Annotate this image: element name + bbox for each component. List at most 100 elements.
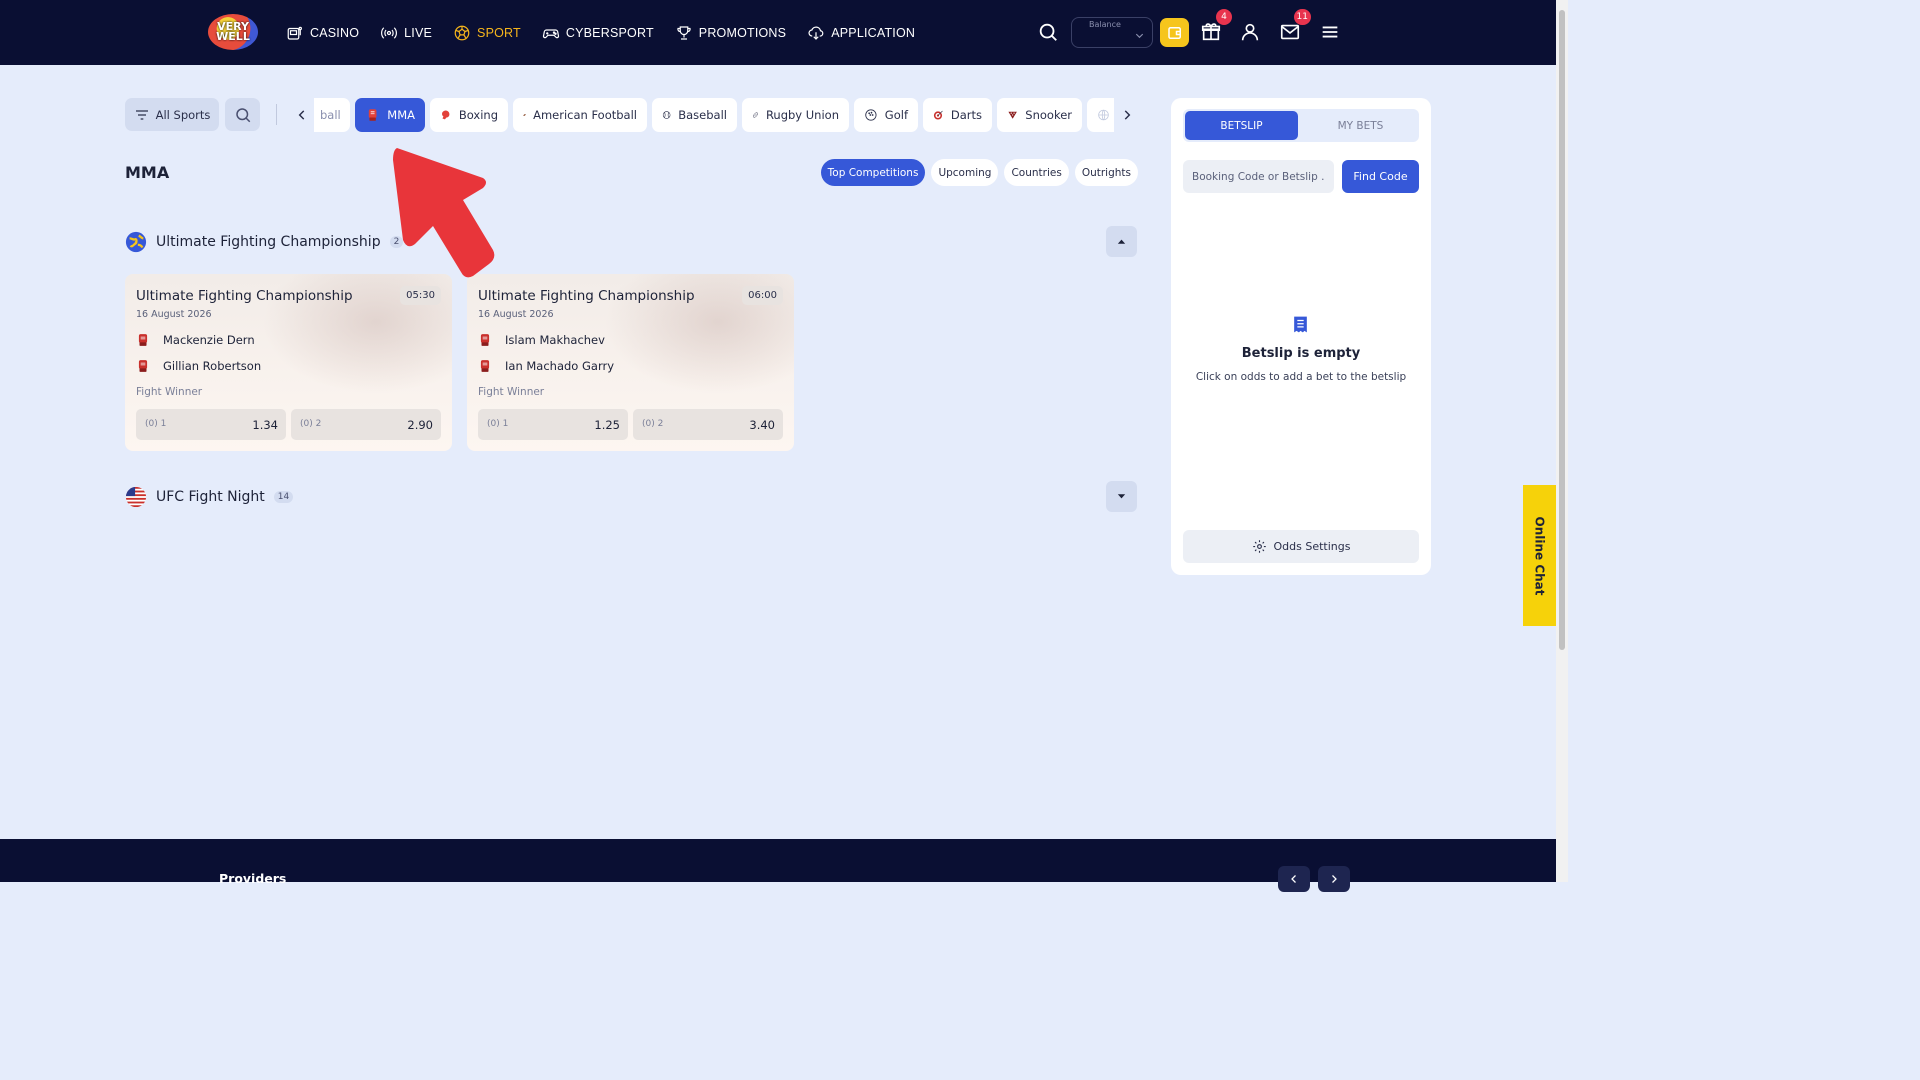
match-time: 05:30 — [400, 286, 441, 305]
header-search-button[interactable] — [1035, 19, 1061, 45]
gift-icon — [1201, 23, 1221, 41]
top-navigation-bar: VERY WELL CASINO LIVE SPORT CYBERSPORT P… — [0, 0, 1556, 65]
caret-down-icon — [1117, 494, 1126, 499]
mail-count-badge: 11 — [1293, 9, 1311, 25]
sport-chip-american-football[interactable]: American Football — [513, 98, 647, 132]
betslip-tabs: BETSLIP MY BETS — [1183, 109, 1419, 142]
nav-live[interactable]: LIVE — [380, 24, 432, 42]
page-scrollbar[interactable] — [1556, 0, 1568, 882]
mma-glove-icon — [368, 109, 377, 121]
mma-glove-icon — [138, 360, 148, 372]
betslip-panel: BETSLIP MY BETS Find Code Betslip is emp… — [1171, 98, 1431, 575]
nav-casino[interactable]: CASINO — [286, 24, 359, 42]
sport-chip-golf[interactable]: Golf — [854, 98, 918, 132]
gamepad-icon — [542, 28, 559, 38]
sport-chip-label: American Football — [533, 108, 637, 122]
match-title: Ultimate Fighting Championship — [478, 288, 695, 304]
hamburger-menu-icon — [1322, 26, 1338, 38]
nav-cybersport[interactable]: CYBERSPORT — [542, 24, 654, 42]
fighter-name: Gillian Robertson — [163, 359, 262, 373]
odd-value: 2.90 — [407, 418, 433, 432]
online-chat-button[interactable]: Online Chat — [1523, 485, 1556, 626]
sport-chip-more[interactable] — [1087, 98, 1114, 132]
sports-search-button[interactable] — [225, 98, 260, 131]
providers-prev-button[interactable] — [1278, 866, 1310, 892]
mail-icon — [1280, 24, 1300, 40]
site-logo[interactable]: VERY WELL — [208, 14, 258, 50]
competition-header-ufc[interactable]: Ultimate Fighting Championship 2 — [125, 227, 404, 257]
all-sports-button[interactable]: All Sports — [125, 98, 219, 131]
sport-chip-boxing[interactable]: Boxing — [430, 98, 508, 132]
providers-next-button[interactable] — [1318, 866, 1350, 892]
tab-my-bets[interactable]: MY BETS — [1304, 111, 1417, 140]
caret-up-icon — [1117, 239, 1126, 244]
sport-chip-baseball[interactable]: Baseball — [652, 98, 737, 132]
sport-chip-label: Rugby Union — [765, 108, 839, 122]
gear-icon — [1252, 540, 1266, 553]
match-card[interactable]: Ultimate Fighting Championship 06:00 16 … — [467, 274, 794, 451]
betslip-empty-subtitle: Click on odds to add a bet to the betsli… — [1195, 371, 1407, 383]
sports-carousel: ball MMA Boxing American Football Baseba… — [314, 98, 1114, 132]
market-name: Fight Winner — [478, 386, 545, 398]
nav-promotions[interactable]: PROMOTIONS — [675, 24, 786, 42]
boxing-glove-icon — [442, 110, 450, 120]
fighter-name: Islam Makhachev — [505, 333, 605, 347]
balance-dropdown[interactable]: Balance — [1071, 17, 1153, 48]
competition-count-badge: 14 — [273, 491, 294, 503]
dartboard-icon — [933, 110, 943, 120]
gifts-button[interactable]: 4 — [1198, 9, 1232, 45]
divider — [276, 104, 277, 125]
search-icon — [1039, 23, 1057, 41]
sport-chip-mma[interactable]: MMA — [355, 98, 425, 132]
fighter-row: Ian Machado Garry — [478, 359, 614, 373]
odd-button[interactable]: (0) 2 3.40 — [633, 409, 783, 440]
match-date: 16 August 2026 — [478, 309, 554, 320]
tab-outrights[interactable]: Outrights — [1074, 159, 1138, 186]
nav-sport-label: SPORT — [477, 25, 521, 40]
sport-chip-label: Baseball — [678, 108, 727, 122]
odd-value: 3.40 — [749, 418, 775, 432]
sport-chip-darts[interactable]: Darts — [923, 98, 992, 132]
providers-heading: Providers — [219, 871, 287, 886]
scrollbar-thumb[interactable] — [1559, 10, 1565, 650]
menu-button[interactable] — [1317, 19, 1343, 45]
sports-scroll-left-button[interactable] — [294, 105, 310, 125]
competition-header-ufc-fight-night[interactable]: UFC Fight Night 14 — [125, 482, 294, 512]
expand-button[interactable] — [1106, 481, 1137, 512]
fighter-row: Mackenzie Dern — [136, 333, 255, 347]
sport-chip-rugby-union[interactable]: Rugby Union — [742, 98, 849, 132]
nav-promotions-label: PROMOTIONS — [698, 25, 787, 40]
odd-value: 1.25 — [594, 418, 620, 432]
american-football-icon — [523, 114, 526, 116]
user-icon — [1241, 23, 1259, 41]
nav-application-label: APPLICATION — [831, 25, 916, 40]
odd-label: (0) 1 — [487, 419, 509, 429]
market-name: Fight Winner — [136, 386, 203, 398]
nav-application[interactable]: APPLICATION — [807, 24, 915, 42]
sport-chip-label: Snooker — [1025, 108, 1072, 122]
odds-settings-button[interactable]: Odds Settings — [1183, 530, 1419, 563]
tab-upcoming[interactable]: Upcoming — [931, 159, 999, 186]
sport-chip-volleyball[interactable]: ball — [314, 98, 350, 132]
tab-betslip[interactable]: BETSLIP — [1185, 111, 1298, 140]
sport-chip-snooker[interactable]: Snooker — [997, 98, 1082, 132]
competition-name: UFC Fight Night — [156, 489, 265, 505]
collapse-button[interactable] — [1106, 226, 1137, 257]
match-card[interactable]: Ultimate Fighting Championship 05:30 16 … — [125, 274, 452, 451]
odd-button[interactable]: (0) 1 1.25 — [478, 409, 628, 440]
find-code-button[interactable]: Find Code — [1342, 160, 1419, 193]
sports-scroll-right-button[interactable] — [1119, 105, 1135, 125]
wallet-button[interactable] — [1160, 18, 1189, 47]
tab-countries[interactable]: Countries — [1004, 159, 1069, 186]
mma-glove-icon — [480, 360, 490, 372]
messages-button[interactable]: 11 — [1277, 9, 1311, 45]
slot-machine-icon — [287, 26, 302, 40]
odd-button[interactable]: (0) 2 2.90 — [291, 409, 441, 440]
globe-icon — [1098, 109, 1109, 121]
booking-code-input[interactable] — [1183, 160, 1334, 193]
profile-button[interactable] — [1237, 19, 1263, 45]
tab-top-competitions[interactable]: Top Competitions — [820, 159, 926, 186]
fighter-row: Gillian Robertson — [136, 359, 261, 373]
odd-button[interactable]: (0) 1 1.34 — [136, 409, 286, 440]
nav-sport[interactable]: SPORT — [453, 24, 521, 42]
